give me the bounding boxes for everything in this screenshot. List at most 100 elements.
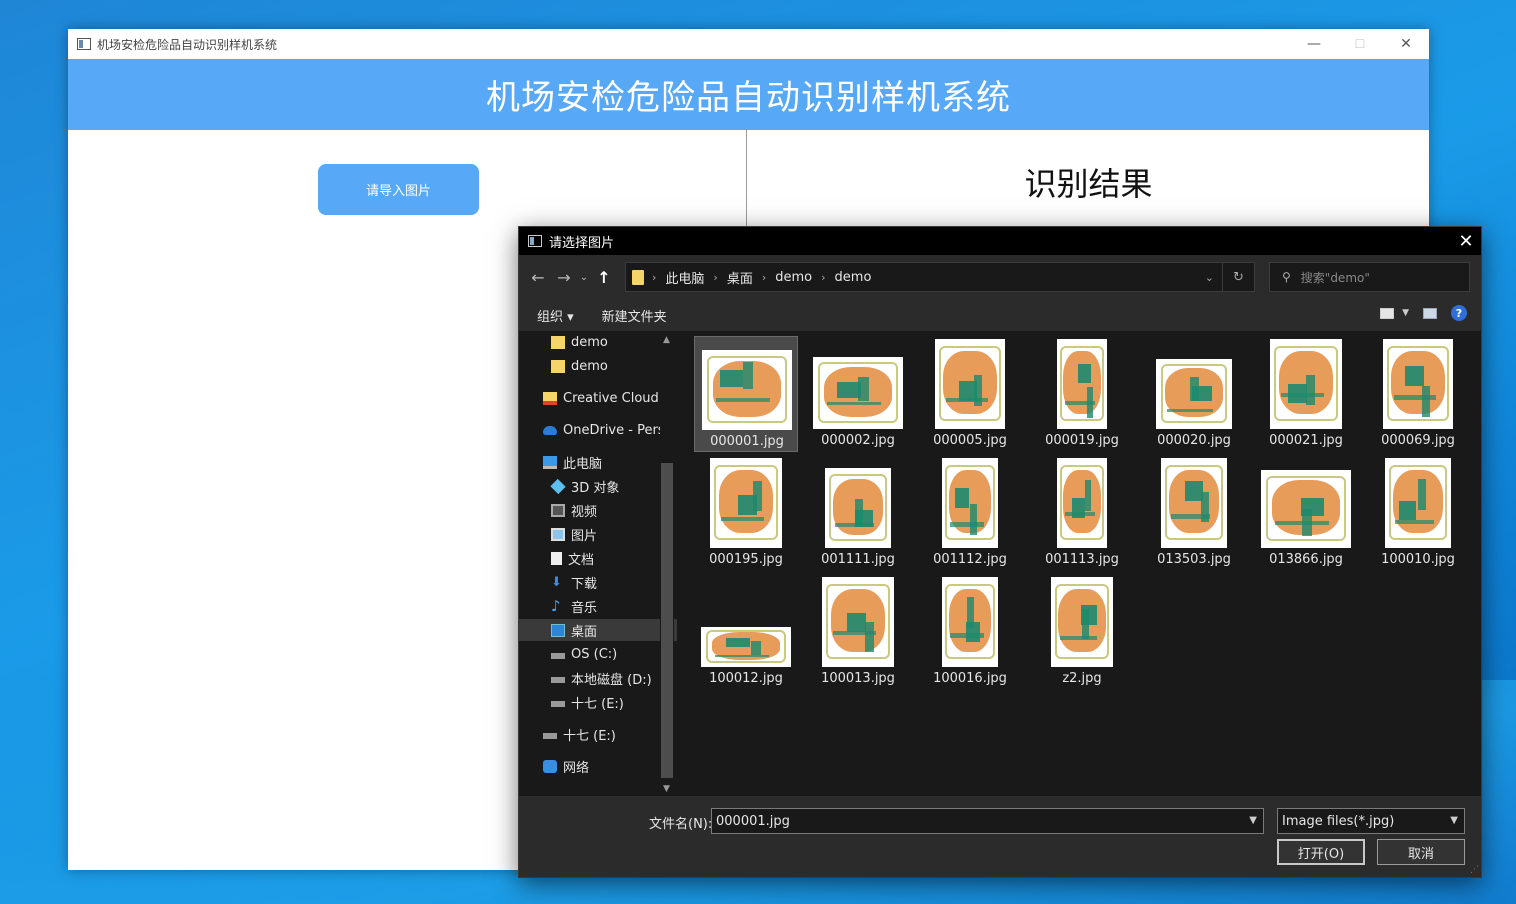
nav-item[interactable]: 3D 对象 — [519, 475, 677, 497]
breadcrumb-item[interactable]: demo — [775, 270, 812, 285]
file-name: 001113.jpg — [1045, 552, 1119, 567]
file-name: 000021.jpg — [1269, 433, 1343, 448]
resize-grip-icon[interactable]: ⋰ — [1470, 865, 1479, 875]
file-item[interactable]: 100013.jpg — [806, 574, 910, 690]
view-options-icon — [1380, 307, 1395, 319]
dialog-close-button[interactable]: ✕ — [1451, 227, 1481, 255]
file-item[interactable]: 000020.jpg — [1142, 336, 1246, 452]
nav-item-label: OS (C:) — [571, 646, 618, 662]
file-item[interactable]: 013503.jpg — [1142, 455, 1246, 571]
file-item[interactable]: z2.jpg — [1030, 574, 1134, 690]
chevron-down-icon[interactable]: ▼ — [1450, 815, 1458, 826]
drive-icon — [551, 701, 565, 707]
main-titlebar[interactable]: 机场安检危险品自动识别样机系统 — ☐ ✕ — [68, 29, 1429, 59]
import-image-button[interactable]: 请导入图片 — [318, 164, 479, 215]
close-button[interactable]: ✕ — [1383, 29, 1429, 59]
onedrive-icon — [543, 425, 557, 435]
file-item[interactable]: 000001.jpg — [694, 336, 798, 452]
nav-item-label: 图片 — [571, 528, 598, 544]
nav-item[interactable]: Creative Cloud F — [519, 387, 677, 409]
file-item[interactable]: 013866.jpg — [1254, 455, 1358, 571]
file-item[interactable]: 000019.jpg — [1030, 336, 1134, 452]
nav-item[interactable]: 本地磁盘 (D:) — [519, 667, 677, 689]
nav-item[interactable]: 视频 — [519, 499, 677, 521]
nav-item-label: 文档 — [568, 552, 595, 568]
cancel-button[interactable]: 取消 — [1377, 839, 1465, 865]
3d-objects-icon — [550, 478, 566, 494]
change-view-button[interactable]: ▼ — [1380, 307, 1409, 319]
file-list: 000001.jpg 000002.jpg 000005.jpg 000019.jpg… — [679, 331, 1481, 796]
nav-item[interactable]: OS (C:) — [519, 643, 677, 665]
file-item[interactable]: 000069.jpg — [1366, 336, 1470, 452]
scrollbar-thumb[interactable] — [661, 463, 673, 778]
maximize-button[interactable]: ☐ — [1337, 29, 1383, 59]
file-item[interactable]: 000021.jpg — [1254, 336, 1358, 452]
nav-item[interactable]: ⬇ 下载 — [519, 571, 677, 593]
breadcrumb-item[interactable]: 桌面 — [727, 268, 753, 287]
scroll-down-icon[interactable]: ▼ — [663, 784, 670, 794]
address-dropdown-icon[interactable]: ⌄ — [1205, 271, 1214, 284]
navigation-scrollbar[interactable]: ▲ ▼ — [660, 331, 674, 796]
drive-icon — [551, 677, 565, 683]
refresh-icon[interactable]: ↻ — [1222, 263, 1254, 291]
scroll-up-icon[interactable]: ▲ — [663, 335, 670, 345]
nav-item[interactable]: OneDrive - Pers — [519, 419, 677, 441]
nav-item-label: OneDrive - Pers — [563, 422, 665, 438]
xray-thumbnail — [1270, 338, 1342, 429]
back-arrow-icon[interactable]: ← — [525, 268, 551, 287]
search-input[interactable]: ⚲ 搜索"demo" — [1269, 262, 1470, 292]
xray-thumbnail — [1057, 338, 1107, 429]
nav-item[interactable]: 桌面 — [519, 619, 677, 641]
new-folder-button[interactable]: 新建文件夹 — [602, 306, 667, 325]
nav-item[interactable]: ♪ 音乐 — [519, 595, 677, 617]
forward-arrow-icon[interactable]: → — [551, 268, 577, 287]
file-item[interactable]: 100016.jpg — [918, 574, 1022, 690]
nav-item[interactable]: 图片 — [519, 523, 677, 545]
chevron-down-icon[interactable]: ▼ — [1249, 815, 1257, 826]
nav-item[interactable]: 文档 — [519, 547, 677, 569]
open-button[interactable]: 打开(O) — [1277, 839, 1365, 865]
file-item[interactable]: 001113.jpg — [1030, 455, 1134, 571]
file-name: 000069.jpg — [1381, 433, 1455, 448]
up-arrow-icon[interactable]: ↑ — [591, 268, 617, 287]
filename-input[interactable]: 000001.jpg ▼ — [711, 808, 1264, 834]
file-item[interactable]: 001111.jpg — [806, 455, 910, 571]
file-name: z2.jpg — [1062, 671, 1102, 686]
minimize-button[interactable]: — — [1291, 29, 1337, 59]
nav-item-label: 3D 对象 — [571, 480, 620, 496]
nav-item[interactable]: 十七 (E:) — [519, 691, 677, 713]
preview-pane-icon[interactable] — [1423, 307, 1437, 319]
nav-item[interactable]: 网络 — [519, 755, 677, 777]
help-icon[interactable]: ? — [1451, 305, 1467, 321]
xray-thumbnail — [701, 626, 791, 667]
filetype-select[interactable]: Image files(*.jpg) ▼ — [1277, 808, 1465, 834]
creative-cloud-icon — [543, 391, 557, 405]
file-item[interactable]: 100010.jpg — [1366, 455, 1470, 571]
nav-item[interactable]: demo — [519, 331, 677, 353]
nav-item[interactable]: demo — [519, 355, 677, 377]
file-item[interactable]: 100012.jpg — [694, 574, 798, 690]
file-item[interactable]: 000195.jpg — [694, 455, 798, 571]
pictures-icon — [551, 527, 565, 541]
breadcrumb-item[interactable]: demo — [835, 270, 872, 285]
breadcrumb-item[interactable]: 此电脑 — [665, 268, 704, 287]
filename-value: 000001.jpg — [716, 813, 790, 829]
nav-item[interactable]: 此电脑 — [519, 451, 677, 473]
documents-icon — [551, 551, 562, 565]
xray-thumbnail — [935, 338, 1005, 429]
xray-thumbnail — [710, 457, 782, 548]
file-item[interactable]: 001112.jpg — [918, 455, 1022, 571]
xray-thumbnail — [1057, 457, 1107, 548]
file-name: 100010.jpg — [1381, 552, 1455, 567]
file-item[interactable]: 000002.jpg — [806, 336, 910, 452]
file-item[interactable]: 000005.jpg — [918, 336, 1022, 452]
recent-locations-chevron-icon[interactable]: ⌄ — [577, 272, 591, 283]
organize-menu[interactable]: 组织 ▾ — [537, 306, 574, 325]
dialog-titlebar[interactable]: 请选择图片 ✕ — [519, 227, 1481, 255]
nav-item[interactable]: 十七 (E:) — [519, 723, 677, 745]
address-bar[interactable]: › 此电脑 › 桌面 › demo › demo ⌄ ↻ — [625, 262, 1255, 292]
file-name: 000019.jpg — [1045, 433, 1119, 448]
file-name: 000005.jpg — [933, 433, 1007, 448]
search-placeholder: 搜索"demo" — [1300, 270, 1370, 285]
file-name: 013866.jpg — [1269, 552, 1343, 567]
